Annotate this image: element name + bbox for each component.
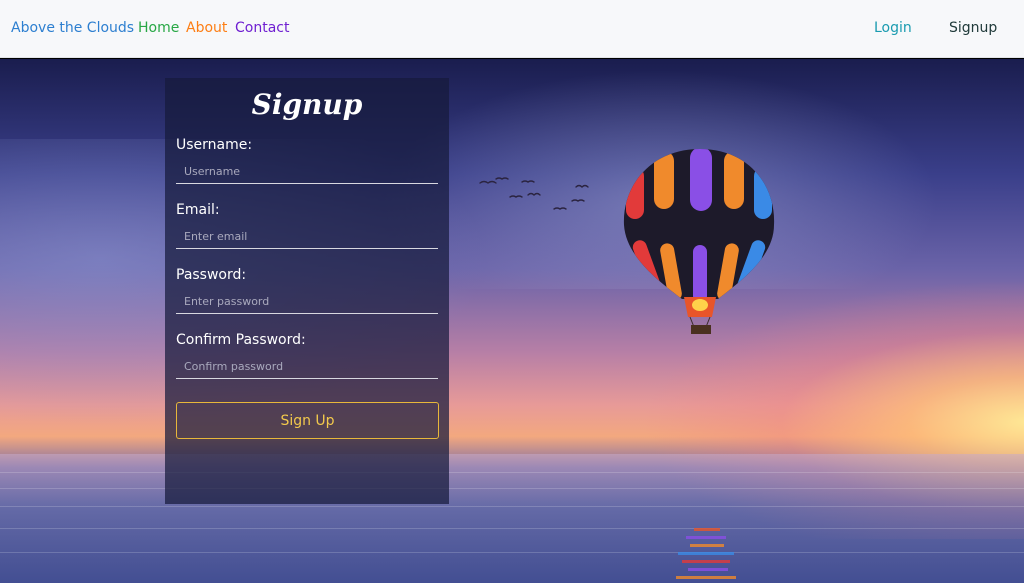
- password-input[interactable]: [176, 290, 438, 314]
- password-label: Password:: [176, 267, 247, 283]
- nav-link-signup[interactable]: Signup: [949, 20, 997, 36]
- sign-up-button[interactable]: Sign Up: [176, 402, 439, 439]
- username-label: Username:: [176, 137, 253, 153]
- username-input[interactable]: [176, 160, 438, 184]
- balloon-reflection: [676, 528, 736, 579]
- hero-background: [0, 59, 1024, 583]
- hot-air-balloon-icon: [623, 149, 775, 334]
- confirm-password-input[interactable]: [176, 355, 438, 379]
- nav-link-about[interactable]: About: [186, 20, 227, 36]
- brand-link[interactable]: Above the Clouds: [11, 20, 134, 36]
- water-surface: [0, 454, 1024, 583]
- email-input[interactable]: [176, 225, 438, 249]
- confirm-password-label: Confirm Password:: [176, 332, 306, 348]
- form-title: Signup: [251, 88, 363, 121]
- navbar: Above the Clouds Home About Contact Logi…: [0, 0, 1024, 58]
- email-label: Email:: [176, 202, 220, 218]
- signup-form: Signup Username: Email: Password: Confir…: [165, 78, 449, 504]
- nav-link-login[interactable]: Login: [874, 20, 912, 36]
- birds-icon: [479, 177, 589, 210]
- nav-link-contact[interactable]: Contact: [235, 20, 289, 36]
- nav-link-home[interactable]: Home: [138, 20, 179, 36]
